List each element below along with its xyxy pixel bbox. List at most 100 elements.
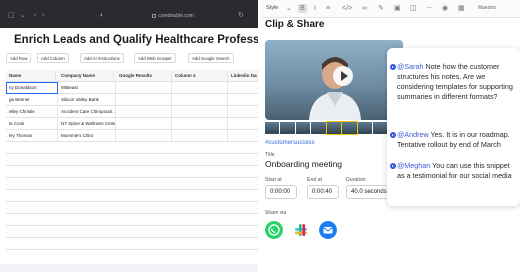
- add-google-search-button[interactable]: Add Google Search: [188, 53, 234, 63]
- shield-icon: ◐: [100, 12, 105, 19]
- sidebar-toggle-icon[interactable]: ▢: [8, 12, 15, 19]
- table-cell[interactable]: la Cook: [6, 118, 58, 130]
- code-icon[interactable]: </>: [342, 4, 352, 13]
- add-web-scraper-button[interactable]: Add Web Scraper: [134, 53, 176, 63]
- list-icon[interactable]: ≡: [326, 4, 330, 13]
- duration-field[interactable]: 40.0 seconds: [346, 185, 392, 199]
- table-cell[interactable]: [172, 82, 228, 94]
- forward-icon[interactable]: ›: [42, 12, 44, 19]
- filmstrip-frame[interactable]: [295, 122, 311, 134]
- column-header[interactable]: Name: [6, 70, 56, 82]
- column-header[interactable]: Company Name: [58, 70, 114, 82]
- comment-item: @Meghan You can use this snippet as a te…: [390, 161, 515, 181]
- table-row[interactable]: ny Donaldson MrBeast: [6, 82, 258, 94]
- grid-icon[interactable]: ▦: [458, 4, 465, 13]
- table-cell[interactable]: ga Bennet: [6, 94, 58, 106]
- text-format-icon[interactable]: B: [298, 4, 307, 13]
- bottom-strip: [0, 264, 258, 272]
- table-cell[interactable]: MrBeast: [58, 82, 116, 94]
- filmstrip-frame[interactable]: [373, 122, 388, 134]
- table-row[interactable]: [6, 154, 258, 166]
- table-cell[interactable]: NY Spine & Wellness Center: [58, 118, 116, 130]
- table-cell[interactable]: [116, 118, 172, 130]
- add-column-button[interactable]: Add Column: [37, 53, 69, 63]
- end-time-field[interactable]: 0:00:40: [307, 185, 339, 199]
- mention[interactable]: @Meghan: [397, 161, 430, 170]
- add-row-button[interactable]: Add Row: [6, 53, 32, 63]
- column-header[interactable]: Column 4: [172, 70, 228, 82]
- table-cell[interactable]: [116, 94, 172, 106]
- table-cell[interactable]: Mommie's Chiro: [58, 130, 116, 142]
- table-row[interactable]: ley Thomas Mommie's Chiro: [6, 130, 258, 142]
- back-icon[interactable]: ‹: [34, 12, 36, 19]
- table-row[interactable]: la Cook NY Spine & Wellness Center: [6, 118, 258, 130]
- column-header[interactable]: Linkedin Data: [228, 70, 258, 82]
- play-bullet-icon[interactable]: [390, 132, 396, 138]
- chevron-down-icon[interactable]: ⌄: [20, 12, 26, 19]
- table-row[interactable]: [6, 190, 258, 202]
- table-cell[interactable]: [172, 118, 228, 130]
- table-cell[interactable]: [116, 130, 172, 142]
- title-label: Title: [265, 152, 275, 158]
- table-cell[interactable]: [172, 130, 228, 142]
- clip-share-panel: Style ⌄ B I ≡ </> ∞ ✎ ▣ ◫ ⋯ ◉ ▦ Maestro …: [262, 0, 520, 272]
- table-cell[interactable]: [172, 94, 228, 106]
- table-cell[interactable]: [116, 106, 172, 118]
- filmstrip-frame[interactable]: [280, 122, 295, 134]
- table-row[interactable]: ga Bennet Silicon Valley Bank: [6, 94, 258, 106]
- table-row[interactable]: [6, 142, 258, 154]
- table-row[interactable]: elley Christie Accident Care Chiropracti…: [6, 106, 258, 118]
- mention[interactable]: @Sarah: [397, 62, 423, 71]
- table-row[interactable]: [6, 238, 258, 250]
- play-bullet-icon[interactable]: [390, 163, 396, 169]
- table-row[interactable]: [6, 214, 258, 226]
- table-cell[interactable]: [172, 106, 228, 118]
- play-bullet-icon[interactable]: [390, 64, 396, 70]
- hashtag-link[interactable]: #customersuccess: [265, 140, 315, 146]
- style-dropdown[interactable]: Style: [266, 5, 278, 11]
- filmstrip-frame[interactable]: [311, 122, 326, 134]
- table-row[interactable]: [6, 178, 258, 190]
- table-row[interactable]: [6, 226, 258, 238]
- comment-icon[interactable]: ◫: [410, 4, 417, 13]
- table-row[interactable]: [6, 166, 258, 178]
- filmstrip-frame-selected[interactable]: [325, 121, 343, 135]
- clip-title-value[interactable]: Onboarding meeting: [265, 159, 342, 169]
- screen: ▢ ⌄ ‹ › ◐ coredouble.com ↻ Enrich Leads …: [0, 0, 520, 272]
- mail-icon[interactable]: [319, 221, 337, 239]
- link-icon[interactable]: ∞: [362, 4, 367, 13]
- record-icon[interactable]: ◉: [442, 4, 448, 13]
- editor-toolbar: Style ⌄ B I ≡ </> ∞ ✎ ▣ ◫ ⋯ ◉ ▦ Maestro: [262, 0, 520, 18]
- table-row[interactable]: [6, 202, 258, 214]
- more-icon[interactable]: ⋯: [426, 4, 433, 13]
- address-bar[interactable]: coredouble.com: [118, 12, 228, 20]
- table-header: Name Company Name Google Results Column …: [6, 70, 258, 82]
- table-cell[interactable]: ny Donaldson: [6, 82, 58, 94]
- italic-icon[interactable]: I: [314, 4, 316, 13]
- whatsapp-icon[interactable]: [265, 221, 283, 239]
- comment-popover: @Sarah Note how the customer structures …: [387, 48, 520, 206]
- chevron-down-icon[interactable]: ⌄: [286, 4, 292, 13]
- url-text: coredouble.com: [158, 13, 194, 19]
- clip-title: Clip & Share: [265, 19, 325, 30]
- image-icon[interactable]: ▣: [394, 4, 401, 13]
- mention[interactable]: @Andrew: [397, 130, 429, 139]
- video-preview[interactable]: [265, 40, 403, 120]
- table-cell[interactable]: Silicon Valley Bank: [58, 94, 116, 106]
- pen-icon[interactable]: ✎: [378, 4, 384, 13]
- table-cell[interactable]: [116, 82, 172, 94]
- add-ai-instructions-button[interactable]: Add AI Instructions: [80, 53, 124, 63]
- filmstrip-frame[interactable]: [265, 122, 280, 134]
- column-header[interactable]: Google Results: [116, 70, 172, 82]
- filmstrip[interactable]: [265, 121, 403, 135]
- reload-icon[interactable]: ↻: [238, 12, 244, 19]
- comment-item: @Sarah Note how the customer structures …: [390, 62, 515, 102]
- slack-icon[interactable]: [292, 221, 310, 239]
- table-cell[interactable]: ley Thomas: [6, 130, 58, 142]
- filmstrip-frame[interactable]: [357, 122, 373, 134]
- table-cell[interactable]: elley Christie: [6, 106, 58, 118]
- play-button[interactable]: [333, 66, 353, 86]
- filmstrip-frame-selected[interactable]: [341, 121, 358, 135]
- table-cell[interactable]: Accident Care Chiropracti...: [58, 106, 116, 118]
- start-time-field[interactable]: 0:00:00: [265, 185, 297, 199]
